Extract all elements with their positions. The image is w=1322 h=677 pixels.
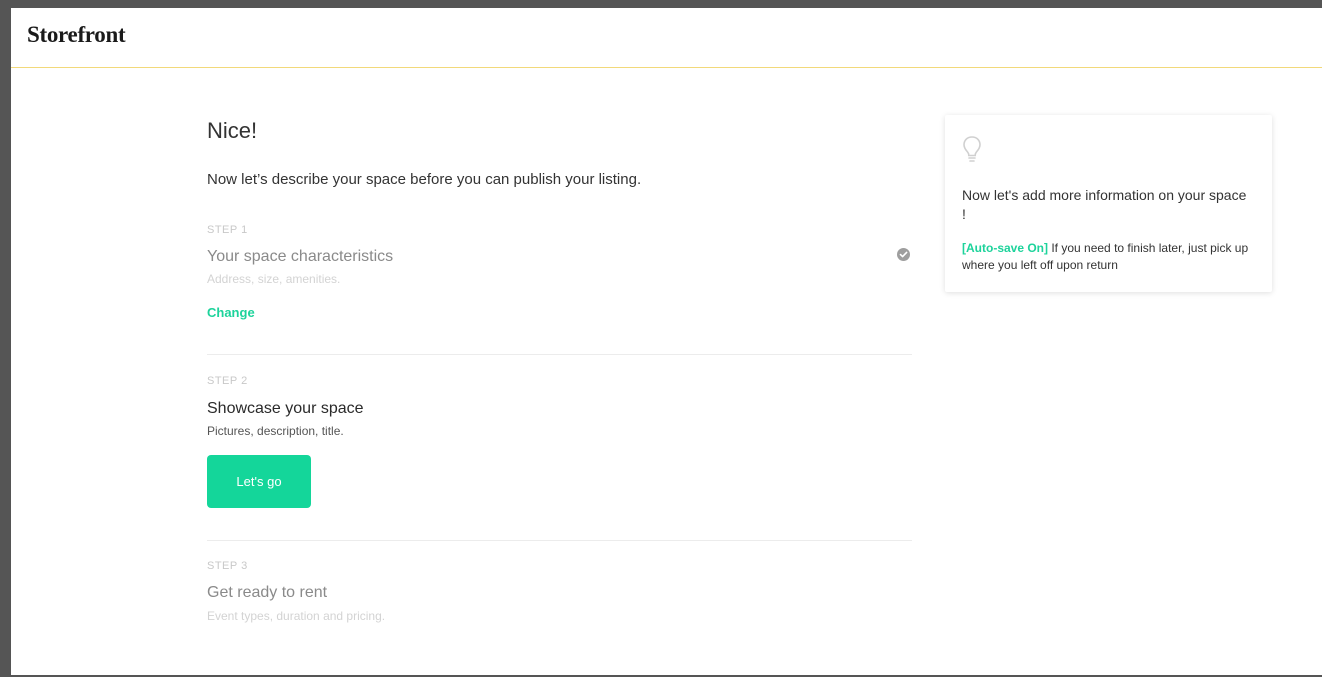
step-3-label: STEP 3 <box>207 560 248 572</box>
divider <box>207 540 912 541</box>
step-1-label: STEP 1 <box>207 224 248 236</box>
autosave-note: [Auto-save On] If you need to finish lat… <box>962 240 1262 274</box>
step-2-title: Showcase your space <box>207 400 364 417</box>
step-3-title: Get ready to rent <box>207 584 328 601</box>
page-heading: Nice! <box>207 118 258 143</box>
tip-message: Now let's add more information on your s… <box>962 187 1247 222</box>
intro-text: Now let’s describe your space before you… <box>207 171 642 188</box>
storefront-logo[interactable]: Storefront <box>27 22 126 48</box>
lightbulb-icon <box>961 135 983 165</box>
window-frame-top <box>0 0 1322 8</box>
window-frame-left <box>0 0 11 677</box>
site-header: Storefront <box>11 8 1322 68</box>
change-step-1-link[interactable]: Change <box>207 305 255 320</box>
autosave-label: [Auto-save On] <box>962 241 1049 255</box>
step-1-title: Your space characteristics <box>207 248 394 265</box>
lets-go-button[interactable]: Let's go <box>207 455 311 508</box>
step-3-subtitle: Event types, duration and pricing. <box>207 609 386 623</box>
step-2-subtitle: Pictures, description, title. <box>207 424 344 438</box>
step-1-subtitle: Address, size, amenities. <box>207 272 341 286</box>
divider <box>207 354 912 355</box>
check-circle-icon <box>897 248 910 261</box>
step-2-label: STEP 2 <box>207 375 248 387</box>
tip-card: Now let's add more information on your s… <box>945 115 1272 292</box>
